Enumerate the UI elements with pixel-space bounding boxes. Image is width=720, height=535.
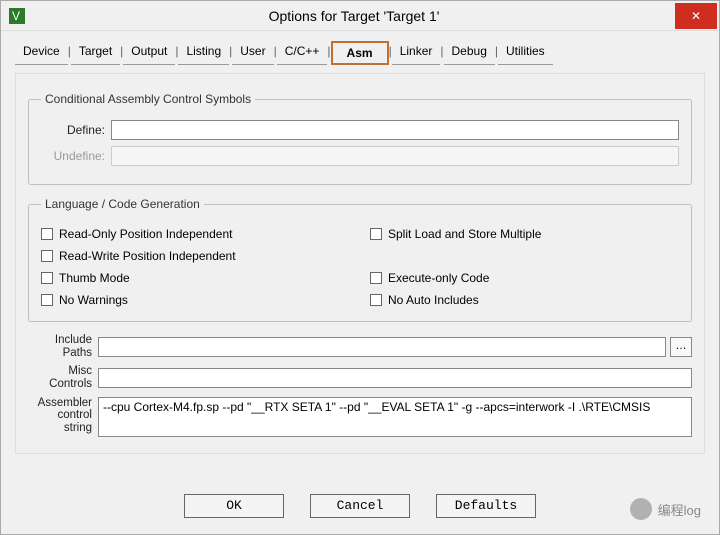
label-execonly: Execute-only Code	[388, 271, 489, 285]
wechat-icon	[630, 498, 652, 520]
assembler-control-string: --cpu Cortex-M4.fp.sp --pd "__RTX SETA 1…	[98, 397, 692, 437]
define-input[interactable]	[111, 120, 679, 140]
tab-linker[interactable]: Linker	[392, 41, 441, 65]
app-icon: V	[7, 6, 27, 26]
include-browse-button[interactable]: …	[670, 337, 692, 357]
label-thumb: Thumb Mode	[59, 271, 130, 285]
checkbox-ro-pi[interactable]	[41, 228, 53, 240]
misc-controls-input[interactable]	[98, 368, 692, 388]
tab-output[interactable]: Output	[123, 41, 175, 65]
define-label: Define:	[41, 123, 111, 137]
watermark-text: 编程log	[658, 500, 701, 519]
checkbox-thumb[interactable]	[41, 272, 53, 284]
label-nowarn: No Warnings	[59, 293, 128, 307]
tab-cc[interactable]: C/C++	[277, 41, 328, 65]
undefine-input	[111, 146, 679, 166]
checkbox-noauto[interactable]	[370, 294, 382, 306]
svg-text:V: V	[12, 9, 20, 23]
label-noauto: No Auto Includes	[388, 293, 479, 307]
tab-panel-asm: Conditional Assembly Control Symbols Def…	[15, 73, 705, 454]
checkbox-rw-pi[interactable]	[41, 250, 53, 262]
label-ro-pi: Read-Only Position Independent	[59, 227, 232, 241]
titlebar: V Options for Target 'Target 1' ✕	[1, 1, 719, 31]
group-conditional-legend: Conditional Assembly Control Symbols	[41, 92, 255, 106]
label-rw-pi: Read-Write Position Independent	[59, 249, 236, 263]
tab-asm[interactable]: Asm	[331, 41, 389, 65]
tab-listing[interactable]: Listing	[178, 41, 229, 65]
window-title: Options for Target 'Target 1'	[33, 8, 675, 24]
misc-label: Misc Controls	[28, 365, 98, 390]
undefine-label: Undefine:	[41, 149, 111, 163]
tab-user[interactable]: User	[232, 41, 273, 65]
close-button[interactable]: ✕	[675, 3, 717, 29]
group-conditional: Conditional Assembly Control Symbols Def…	[28, 92, 692, 185]
include-label: Include Paths	[28, 334, 98, 359]
button-bar: OK Cancel Defaults	[1, 494, 719, 518]
defaults-button[interactable]: Defaults	[436, 494, 536, 518]
tab-utilities[interactable]: Utilities	[498, 41, 553, 65]
dialog-window: V Options for Target 'Target 1' ✕ Device…	[0, 0, 720, 535]
tab-target[interactable]: Target	[71, 41, 120, 65]
group-language: Language / Code Generation Read-Only Pos…	[28, 197, 692, 322]
checkbox-split[interactable]	[370, 228, 382, 240]
cancel-button[interactable]: Cancel	[310, 494, 410, 518]
label-split: Split Load and Store Multiple	[388, 227, 541, 241]
asm-string-label: Assembler control string	[28, 397, 98, 435]
close-icon: ✕	[691, 9, 701, 23]
include-paths-input[interactable]	[98, 337, 666, 357]
tab-bar: Device|Target|Output|Listing|User|C/C++|…	[15, 41, 705, 65]
checkbox-nowarn[interactable]	[41, 294, 53, 306]
group-language-legend: Language / Code Generation	[41, 197, 204, 211]
ok-button[interactable]: OK	[184, 494, 284, 518]
tab-debug[interactable]: Debug	[444, 41, 495, 65]
checkbox-execonly[interactable]	[370, 272, 382, 284]
watermark: 编程log	[630, 498, 701, 520]
tab-device[interactable]: Device	[15, 41, 68, 65]
